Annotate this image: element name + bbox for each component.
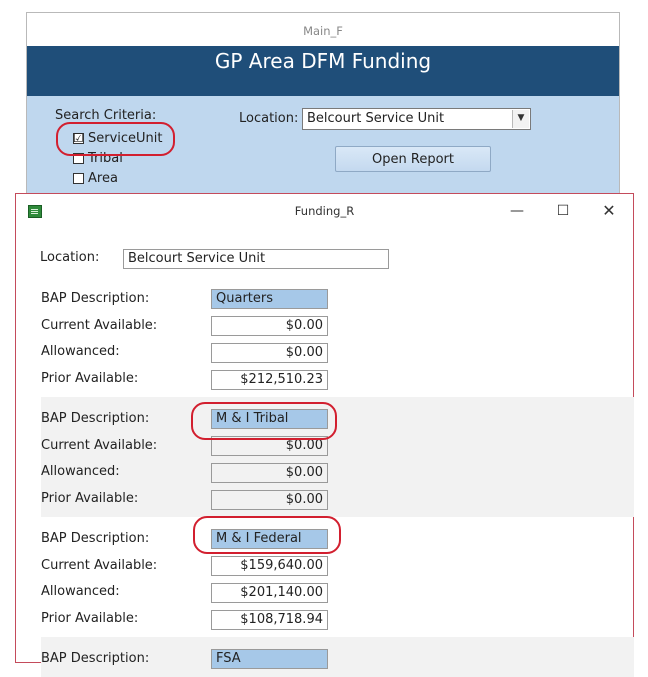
current-available-field: $159,640.00	[211, 556, 328, 576]
open-report-button[interactable]: Open Report	[335, 146, 491, 172]
search-criteria-label: Search Criteria:	[55, 108, 157, 123]
allowanced-field: $0.00	[211, 343, 328, 363]
prior-available-label: Prior Available:	[41, 611, 139, 626]
record-m-i-tribal: BAP Description: M & I Tribal Current Av…	[41, 397, 634, 517]
annotation-circle-m-i-federal	[193, 516, 341, 554]
maximize-button[interactable]: ☐	[540, 194, 586, 228]
allowanced-label: Allowanced:	[41, 344, 120, 359]
bap-description-field: FSA	[211, 649, 328, 669]
main-form-title: Main_F	[303, 24, 343, 38]
annotation-circle-serviceunit	[56, 122, 175, 156]
report-location-field: Belcourt Service Unit	[123, 249, 389, 269]
allowanced-label: Allowanced:	[41, 464, 120, 479]
current-available-label: Current Available:	[41, 318, 158, 333]
checkbox-area-label: Area	[88, 170, 118, 186]
current-available-label: Current Available:	[41, 558, 158, 573]
close-button[interactable]: ✕	[586, 194, 632, 228]
location-dropdown-value: Belcourt Service Unit	[307, 111, 445, 126]
annotation-circle-m-i-tribal	[191, 402, 337, 440]
report-titlebar[interactable]: Funding_R — ☐ ✕	[16, 194, 633, 228]
prior-available-label: Prior Available:	[41, 371, 139, 386]
allowanced-field: $0.00	[211, 463, 328, 483]
report-location-label: Location:	[40, 250, 100, 265]
bap-description-label: BAP Description:	[41, 531, 150, 546]
minimize-button[interactable]: —	[494, 194, 540, 228]
checkbox-area-box[interactable]	[73, 172, 84, 184]
location-dropdown[interactable]: Belcourt Service Unit ▼	[302, 108, 531, 130]
bap-description-field: Quarters	[211, 289, 328, 309]
current-available-field: $0.00	[211, 316, 328, 336]
prior-available-label: Prior Available:	[41, 491, 139, 506]
allowanced-label: Allowanced:	[41, 584, 120, 599]
record-quarters: BAP Description: Quarters Current Availa…	[41, 277, 634, 397]
bap-description-label: BAP Description:	[41, 411, 150, 426]
location-label: Location:	[239, 111, 299, 126]
main-form-window: Main_F GP Area DFM Funding Search Criter…	[26, 12, 620, 213]
prior-available-field: $0.00	[211, 490, 328, 510]
report-body: Location: Belcourt Service Unit BAP Desc…	[16, 228, 634, 677]
prior-available-field: $212,510.23	[211, 370, 328, 390]
checkbox-area[interactable]: Area	[73, 169, 118, 187]
chevron-down-icon[interactable]: ▼	[512, 110, 529, 128]
allowanced-field: $201,140.00	[211, 583, 328, 603]
record-fsa: BAP Description: FSA	[41, 637, 634, 677]
prior-available-field: $108,718.94	[211, 610, 328, 630]
main-form-header: GP Area DFM Funding	[27, 46, 619, 96]
current-available-label: Current Available:	[41, 438, 158, 453]
bap-description-label: BAP Description:	[41, 291, 150, 306]
